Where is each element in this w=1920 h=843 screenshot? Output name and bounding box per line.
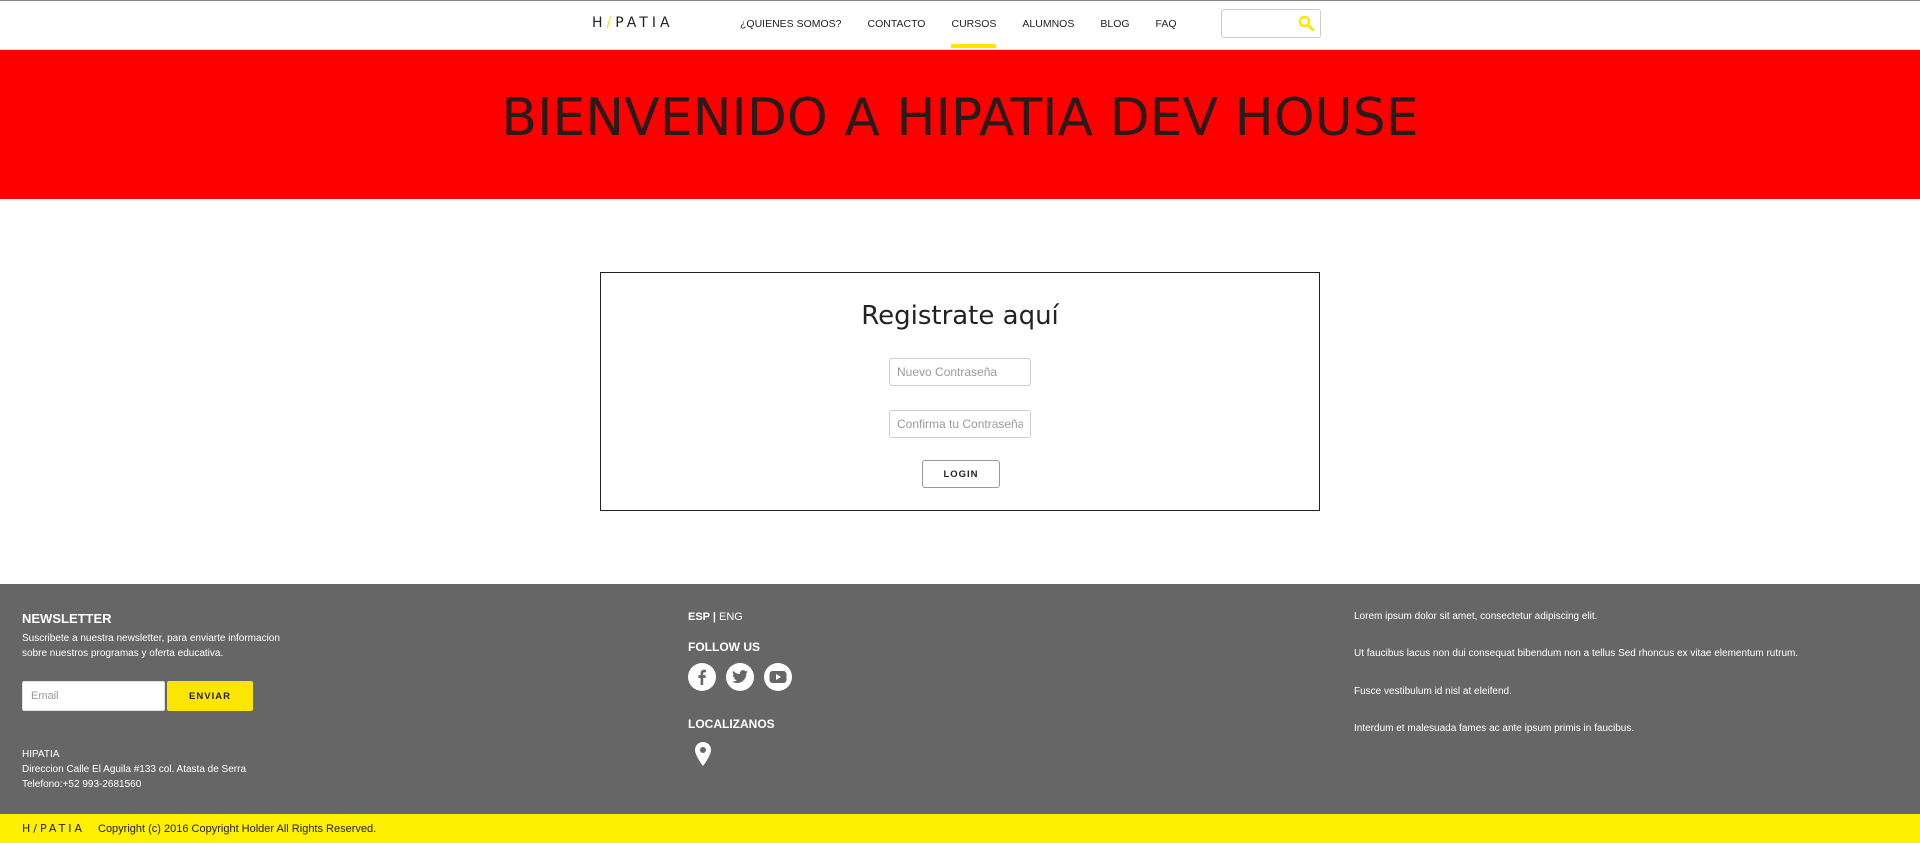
- logo-slash: /: [606, 15, 616, 31]
- logo-h: H: [592, 15, 607, 31]
- locate-us-title: LOCALIZANOS: [688, 717, 775, 731]
- address-block: HIPATIA Direccion Calle El Aguila #133 c…: [22, 747, 246, 792]
- main-nav: ¿QUIENES SOMOS? CONTACTO CURSOS ALUMNOS …: [740, 1, 1203, 49]
- nav-item-faq[interactable]: FAQ: [1156, 2, 1177, 48]
- nav-item-cursos[interactable]: CURSOS: [951, 2, 996, 48]
- bottom-bar: H/PATIA Copyright (c) 2016 Copyright Hol…: [0, 814, 1920, 843]
- hero-title: BIENVENIDO A HIPATIA DEV HOUSE: [501, 87, 1419, 148]
- register-card: Registrate aquí LOGIN: [600, 272, 1320, 511]
- send-button[interactable]: ENVIAR: [167, 681, 253, 711]
- social-links: [688, 663, 802, 691]
- lorem-text-4: Interdum et malesuada fames ac ante ipsu…: [1354, 723, 1635, 734]
- email-field[interactable]: [22, 681, 165, 711]
- confirm-password-field[interactable]: [889, 410, 1031, 438]
- language-switcher: ESP | ENG: [688, 611, 743, 623]
- facebook-icon[interactable]: [688, 663, 716, 691]
- search-input[interactable]: [1221, 9, 1321, 38]
- newsletter-description: Suscribete a nuestra newsletter, para en…: [22, 633, 280, 659]
- lang-esp[interactable]: ESP: [688, 611, 710, 623]
- register-title: Registrate aquí: [861, 301, 1059, 331]
- nav-item-blog[interactable]: BLOG: [1100, 2, 1129, 48]
- map-pin-icon[interactable]: [694, 742, 712, 766]
- login-button[interactable]: LOGIN: [922, 460, 1000, 488]
- lang-eng[interactable]: ENG: [719, 611, 743, 623]
- bottom-logo[interactable]: H/PATIA: [22, 822, 85, 835]
- hero-banner: BIENVENIDO A HIPATIA DEV HOUSE: [0, 50, 1920, 199]
- newsletter-title: NEWSLETTER: [22, 611, 112, 626]
- nav-item-alumnos[interactable]: ALUMNOS: [1022, 2, 1074, 48]
- address-name: HIPATIA: [22, 749, 60, 760]
- new-password-field[interactable]: [889, 358, 1031, 386]
- lorem-text-1: Lorem ipsum dolor sit amet, consectetur …: [1354, 611, 1598, 622]
- search-icon[interactable]: [1298, 15, 1314, 31]
- logo-patia: PATIA: [615, 15, 674, 31]
- follow-us-title: FOLLOW US: [688, 640, 760, 654]
- address-phone: Telefono:+52 993-2681560: [22, 779, 142, 790]
- youtube-icon[interactable]: [764, 663, 792, 691]
- lorem-text-2: Ut faucibus lacus non dui consequat bibe…: [1354, 648, 1799, 659]
- lang-separator: |: [709, 611, 720, 623]
- lorem-text-3: Fusce vestibulum id nisl at eleifend.: [1354, 686, 1512, 697]
- top-navbar: H/PATIA ¿QUIENES SOMOS? CONTACTO CURSOS …: [0, 0, 1920, 50]
- copyright-text: Copyright (c) 2016 Copyright Holder All …: [98, 823, 377, 835]
- twitter-icon[interactable]: [726, 663, 754, 691]
- nav-item-quienes-somos[interactable]: ¿QUIENES SOMOS?: [740, 2, 842, 48]
- footer: NEWSLETTER Suscribete a nuestra newslett…: [0, 584, 1920, 814]
- address-line: Direccion Calle El Aguila #133 col. Atas…: [22, 764, 247, 775]
- hipatia-logo[interactable]: H/PATIA: [592, 15, 674, 31]
- nav-item-contacto[interactable]: CONTACTO: [868, 2, 926, 48]
